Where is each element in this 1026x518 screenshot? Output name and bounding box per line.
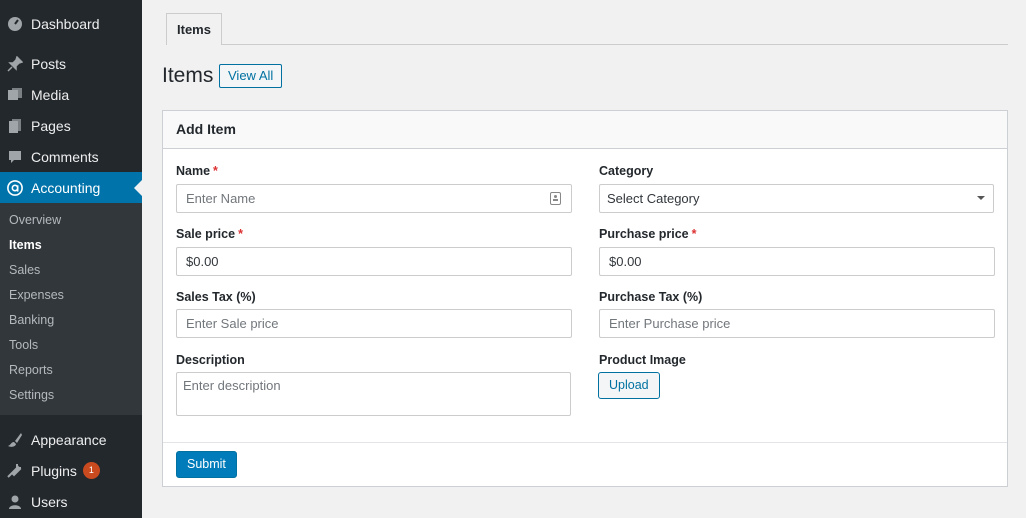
chevron-down-icon (977, 196, 985, 204)
description-textarea[interactable]: Enter description (176, 372, 571, 416)
pin-icon (7, 55, 23, 72)
submenu-expenses[interactable]: Expenses (0, 283, 142, 308)
plugin-icon (7, 463, 23, 479)
required-mark: * (238, 227, 243, 241)
submenu-tools[interactable]: Tools (0, 333, 142, 358)
dashboard-icon (7, 16, 23, 32)
sidebar-item-label: Users (31, 493, 68, 510)
submenu-sales[interactable]: Sales (0, 258, 142, 283)
sale-price-label: Sale price * (176, 227, 243, 241)
category-label: Category (599, 164, 654, 178)
required-mark: * (691, 227, 697, 241)
plugins-update-badge: 1 (82, 462, 100, 479)
product-image-label: Product Image (599, 353, 686, 367)
page-title: Items (162, 64, 214, 87)
description-label: Description (176, 353, 245, 367)
sidebar-item-label: Accounting (31, 179, 101, 196)
category-select[interactable]: Select Category (599, 184, 994, 213)
media-icon (7, 87, 23, 103)
tab-bar: Items (166, 13, 1008, 45)
accounting-icon (7, 179, 23, 196)
sidebar-item-label: Appearance (31, 431, 107, 448)
sidebar-item-dashboard[interactable]: Dashboard (0, 8, 142, 39)
submenu-overview[interactable]: Overview (0, 208, 142, 233)
purchase-price-input[interactable]: $0.00 (599, 247, 995, 276)
sidebar-item-label: Dashboard (31, 15, 100, 32)
purchase-tax-label: Purchase Tax (%) (599, 290, 703, 304)
user-icon (7, 494, 23, 510)
add-item-card: Add Item Name * Enter Name Category Selec… (162, 110, 1008, 487)
comment-icon (7, 149, 23, 165)
view-all-button[interactable]: View All (219, 64, 283, 88)
sidebar-item-posts[interactable]: Posts (0, 48, 142, 79)
main-content: Items Items View All Add Item Name * Ente… (142, 0, 1026, 518)
card-title: Add Item (163, 111, 1007, 149)
purchase-tax-input[interactable]: Enter Purchase price (599, 309, 995, 338)
required-mark: * (213, 164, 218, 178)
sidebar-item-label: Media (31, 86, 70, 103)
name-label: Name * (176, 164, 218, 178)
accounting-submenu: Overview Items Sales Expenses Banking To… (0, 203, 142, 415)
admin-sidebar: Dashboard Posts Media Pages Comments Acc… (0, 0, 142, 518)
contact-card-icon (550, 192, 561, 205)
submenu-reports[interactable]: Reports (0, 358, 142, 383)
pages-icon (7, 118, 23, 134)
submenu-items[interactable]: Items (0, 233, 142, 258)
submit-button[interactable]: Submit (176, 451, 237, 478)
purchase-price-label: Purchase price * (599, 227, 697, 241)
sidebar-item-label: Plugins (31, 462, 77, 479)
name-input[interactable]: Enter Name (176, 184, 572, 213)
sidebar-item-label: Comments (31, 148, 99, 165)
sale-price-input[interactable]: $0.00 (176, 247, 572, 276)
sidebar-item-media[interactable]: Media (0, 79, 142, 110)
sidebar-item-label: Posts (31, 55, 67, 72)
sales-tax-input[interactable]: Enter Sale price (176, 309, 572, 338)
brush-icon (7, 432, 23, 448)
tab-items[interactable]: Items (166, 13, 222, 45)
upload-button[interactable]: Upload (598, 372, 660, 399)
sidebar-item-users[interactable]: Users (0, 486, 142, 517)
sidebar-item-comments[interactable]: Comments (0, 141, 142, 172)
submenu-banking[interactable]: Banking (0, 308, 142, 333)
sidebar-item-label: Pages (31, 117, 71, 134)
sidebar-item-plugins[interactable]: Plugins 1 (0, 455, 142, 486)
sales-tax-label: Sales Tax (%) (176, 290, 256, 304)
card-footer: Submit (163, 442, 1007, 486)
sidebar-item-appearance[interactable]: Appearance (0, 424, 142, 455)
sidebar-item-pages[interactable]: Pages (0, 110, 142, 141)
submenu-settings[interactable]: Settings (0, 383, 142, 408)
sidebar-item-accounting[interactable]: Accounting (0, 172, 142, 203)
